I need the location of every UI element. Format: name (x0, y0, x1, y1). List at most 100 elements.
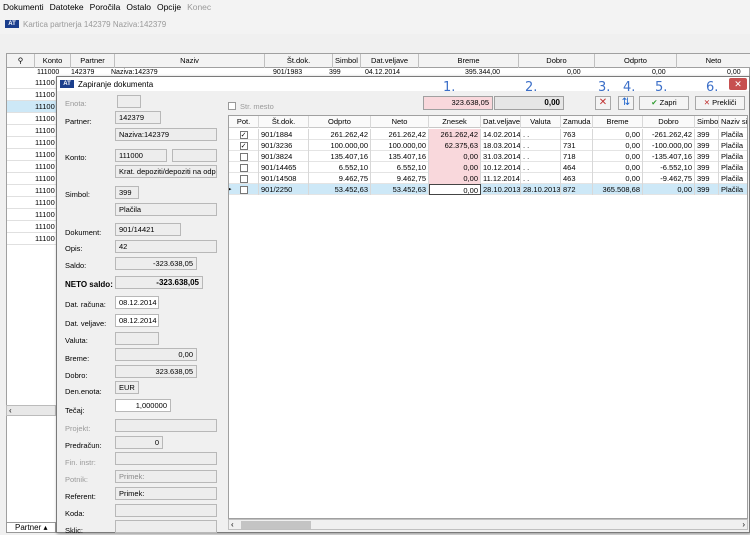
table-row[interactable]: 901/3824 135.407,16 135.407,16 0,00 31.03.20… (229, 151, 747, 162)
col-naziv[interactable]: Naziv (115, 54, 265, 68)
table-row[interactable]: ▸901/225053.452,6353.452,630,0028.10.201… (229, 184, 747, 195)
table-row[interactable]: ✓ 901/1884 261.262,42 261.262,42 261.262,42 1… (229, 129, 747, 140)
menu-item-ostalo[interactable]: Ostalo (126, 2, 151, 12)
table-row[interactable]: 11100 (7, 209, 57, 221)
valuta-field[interactable] (115, 332, 159, 345)
grid-cell-znesek[interactable]: 0,00 (429, 151, 481, 162)
grid-cell-znesek[interactable]: 0,00 (429, 173, 481, 184)
simbol-field[interactable]: 399 (115, 186, 139, 199)
table-row[interactable]: 901/14465 6.552,10 6.552,10 0,00 10.12.2014.… (229, 162, 747, 173)
table-row[interactable]: 11100 (7, 101, 57, 113)
grid-cell-simbol: 399 (695, 151, 719, 162)
clear-icon[interactable]: ✕ (595, 96, 611, 110)
sklic-field[interactable] (115, 520, 217, 533)
menu-item-opcije[interactable]: Opcije (157, 2, 181, 12)
dat-racuna-field[interactable]: 08.12.2014 (115, 296, 159, 309)
table-row[interactable]: 11100 (7, 137, 57, 149)
table-row[interactable]: 11100 (7, 233, 57, 245)
pot-checkbox[interactable]: ✓ (229, 140, 259, 151)
table-row[interactable]: 11100 (7, 77, 57, 89)
table-row[interactable]: 11100 (7, 149, 57, 161)
simbol-name-field: Plačila (115, 203, 217, 216)
projekt-field[interactable] (115, 419, 217, 432)
col-partner[interactable]: Partner (71, 54, 115, 68)
pot-checkbox[interactable]: ✓ (229, 129, 259, 140)
tecaj-field[interactable]: 1,000000 (115, 399, 171, 412)
grid-cell-znesek[interactable]: 261.262,42 (429, 129, 481, 140)
grid-cell-simbol: 399 (695, 140, 719, 151)
fin-instr-field[interactable] (115, 452, 217, 465)
pot-checkbox[interactable] (229, 162, 259, 173)
table-row[interactable]: 11100 (7, 89, 57, 101)
opis-field[interactable]: 42 (115, 240, 217, 253)
konto-extra-field[interactable] (172, 149, 217, 162)
col-stdok[interactable]: Št.dok. (265, 54, 333, 68)
grid-col-naziv[interactable]: Naziv simbola (719, 116, 747, 128)
col-konto[interactable]: Konto (35, 54, 71, 68)
dat-veljave-field[interactable]: 08.12.2014 (115, 314, 159, 327)
col-neto[interactable]: Neto (677, 54, 750, 68)
table-row[interactable]: 11100 (7, 173, 57, 185)
background-hscrollbar[interactable]: ‹ (6, 405, 56, 416)
table-row[interactable]: 11100 (7, 161, 57, 173)
grid-col-valuta[interactable]: Valuta (521, 116, 561, 128)
grid-col-odprto[interactable]: Odprto (309, 116, 371, 128)
menu-item-poročila[interactable]: Poročila (90, 2, 121, 12)
menu-item-dokumenti[interactable]: Dokumenti (3, 2, 44, 12)
predracun-field[interactable]: 0 (115, 436, 163, 449)
konto-description-field: Krat. depoziti/depoziti na odpoklic (115, 165, 217, 178)
menu-item-konec[interactable]: Konec (187, 2, 211, 12)
zapri-button[interactable]: ✔ Zapri (639, 96, 689, 110)
table-row[interactable]: 11100 (7, 185, 57, 197)
col-dobro[interactable]: Dobro (519, 54, 595, 68)
label-opis: Opis: (65, 244, 83, 253)
scroll-thumb[interactable] (241, 521, 311, 529)
refresh-icon[interactable]: ⇅ (618, 96, 634, 110)
koda-field[interactable] (115, 504, 217, 517)
marker-6: 6. (706, 80, 719, 95)
grid-col-breme[interactable]: Breme (593, 116, 643, 128)
close-button[interactable]: ✕ (729, 78, 747, 90)
table-row[interactable]: 11100 (7, 197, 57, 209)
col-simbol[interactable]: Simbol (333, 54, 361, 68)
table-row[interactable]: 901/14508 9.462,75 9.462,75 0,00 11.12.2014.… (229, 173, 747, 184)
grid-cell-znesek[interactable]: 62.375,63 (429, 140, 481, 151)
grid-col-dat[interactable]: Dat.veljave (481, 116, 521, 128)
label-dokument: Dokument: (65, 228, 102, 237)
pot-checkbox[interactable] (229, 173, 259, 184)
partner-code-field[interactable]: 142379 (115, 111, 161, 124)
grid-col-znesek[interactable]: Znesek (429, 116, 481, 128)
referent-field[interactable]: Primek: (115, 487, 217, 500)
grid-hscrollbar[interactable]: ‹ › (228, 519, 748, 530)
den-enota-field[interactable]: EUR (115, 381, 139, 394)
menu-item-datoteke[interactable]: Datoteke (50, 2, 84, 12)
table-row[interactable]: 11100 (7, 125, 57, 137)
col-breme[interactable]: Breme (419, 54, 519, 68)
grid-col-dobro[interactable]: Dobro (643, 116, 695, 128)
enota-field[interactable] (117, 95, 141, 108)
pot-checkbox[interactable] (229, 151, 259, 162)
potnik-field[interactable]: Primek: (115, 470, 217, 483)
col-odprto[interactable]: Odprto (595, 54, 677, 68)
grid-col-zamuda[interactable]: Zamuda (561, 116, 593, 128)
table-row[interactable]: ✓ 901/3236 100.000,00 100.000,00 62.375,63 18… (229, 140, 747, 151)
grid-cell-naziv: Plačila (719, 151, 747, 162)
grid-col-simbol[interactable]: Simbol (695, 116, 719, 128)
tab-partner[interactable]: Partner ▴ (6, 522, 56, 533)
str-mesto-checkbox[interactable] (228, 102, 236, 110)
grid-col-neto[interactable]: Neto (371, 116, 429, 128)
table-row[interactable]: 11100 (7, 221, 57, 233)
dokument-field[interactable]: 901/14421 (115, 223, 181, 236)
attachment-icon[interactable]: ⚲ (7, 54, 35, 68)
col-datveljave[interactable]: Dat.veljave (361, 54, 419, 68)
preklici-button[interactable]: ✕ Prekliči (695, 96, 745, 110)
scroll-left-icon[interactable]: ‹ (231, 520, 234, 530)
konto-field[interactable]: 111000 (115, 149, 167, 162)
grid-col-pot[interactable]: Pot. (229, 116, 259, 128)
scroll-right-icon[interactable]: › (742, 520, 745, 530)
grid-cell-znesek[interactable]: 0,00 (429, 184, 481, 195)
grid-col-stdok[interactable]: Št.dok. (259, 116, 309, 128)
table-row[interactable]: 11100 (7, 113, 57, 125)
grid-cell-znesek[interactable]: 0,00 (429, 162, 481, 173)
pot-checkbox[interactable]: ▸ (229, 184, 259, 195)
